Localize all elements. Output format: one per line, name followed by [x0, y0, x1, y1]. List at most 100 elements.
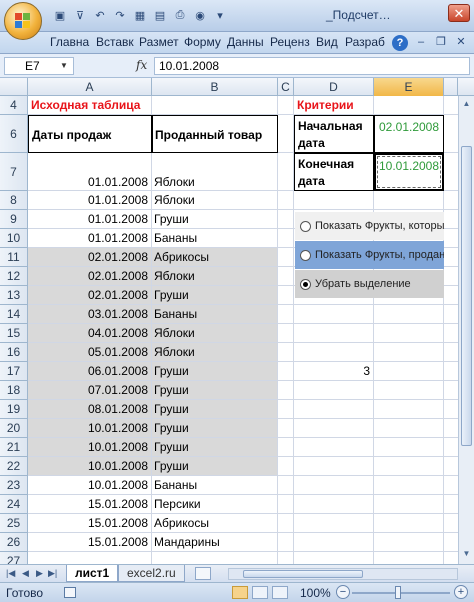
cell[interactable]: [374, 438, 444, 457]
cell[interactable]: [444, 210, 458, 229]
scroll-up-icon[interactable]: ▲: [461, 98, 472, 110]
row-header[interactable]: 7: [0, 153, 28, 191]
dropdown-icon[interactable]: ▾: [212, 7, 228, 23]
cell[interactable]: [294, 476, 374, 495]
cell[interactable]: [374, 457, 444, 476]
date-cell[interactable]: 15.01.2008: [28, 533, 152, 552]
tab-layout[interactable]: Размет: [139, 35, 179, 49]
product-cell[interactable]: Мандарины: [152, 533, 278, 552]
cell[interactable]: [444, 476, 458, 495]
grid-icon[interactable]: ▦: [132, 7, 148, 23]
form-icon[interactable]: ▤: [152, 7, 168, 23]
option-clear-highlight[interactable]: Убрать выделение: [295, 270, 444, 298]
zoom-slider-thumb[interactable]: [395, 586, 401, 599]
date-cell[interactable]: 01.01.2008: [28, 229, 152, 248]
cell[interactable]: [374, 476, 444, 495]
cell[interactable]: [374, 419, 444, 438]
close-workbook-icon[interactable]: ✕: [454, 35, 468, 49]
cell[interactable]: [444, 324, 458, 343]
cell[interactable]: [444, 533, 458, 552]
start-date-value[interactable]: 02.01.2008: [374, 115, 444, 153]
cell[interactable]: [294, 305, 374, 324]
end-date-value[interactable]: 10.01.2008: [374, 153, 444, 191]
cell[interactable]: [278, 476, 294, 495]
cell[interactable]: [374, 362, 444, 381]
row-header[interactable]: 23: [0, 476, 28, 495]
column-header-a[interactable]: A: [28, 78, 152, 96]
cell[interactable]: [294, 552, 374, 564]
column-header-d[interactable]: D: [294, 78, 374, 96]
worksheet-grid[interactable]: 4 Исходная таблица Критерии 6 Даты продаж Про…: [0, 96, 458, 564]
row-header[interactable]: 24: [0, 495, 28, 514]
row-header[interactable]: 20: [0, 419, 28, 438]
normal-view-icon[interactable]: [232, 586, 248, 599]
date-cell[interactable]: 02.01.2008: [28, 267, 152, 286]
tab-data[interactable]: Данны: [227, 35, 264, 49]
cell[interactable]: [374, 400, 444, 419]
vertical-scrollbar[interactable]: ▲ ▼: [458, 96, 474, 564]
table-title[interactable]: Исходная таблица: [28, 96, 152, 115]
horizontal-scroll-thumb[interactable]: [243, 570, 363, 578]
save-icon[interactable]: ▣: [52, 7, 68, 23]
cell[interactable]: [444, 400, 458, 419]
first-sheet-icon[interactable]: |◀: [6, 568, 15, 579]
date-cell[interactable]: 10.01.2008: [28, 438, 152, 457]
cell[interactable]: [278, 153, 294, 191]
filter-icon[interactable]: ⊽: [72, 7, 88, 23]
zoom-out-icon[interactable]: −: [336, 585, 350, 599]
date-cell[interactable]: 15.01.2008: [28, 514, 152, 533]
cell[interactable]: [374, 305, 444, 324]
cell[interactable]: [444, 115, 458, 153]
product-cell[interactable]: Бананы: [152, 476, 278, 495]
cell[interactable]: [294, 438, 374, 457]
cell[interactable]: [294, 381, 374, 400]
tab-view[interactable]: Вид: [316, 35, 338, 49]
cell[interactable]: [444, 362, 458, 381]
product-cell[interactable]: [152, 552, 278, 564]
date-cell[interactable]: 01.01.2008: [28, 210, 152, 229]
product-cell[interactable]: Груши: [152, 286, 278, 305]
zoom-slider-track[interactable]: [352, 592, 450, 594]
column-header-e[interactable]: E: [374, 78, 444, 96]
cell[interactable]: [278, 267, 294, 286]
option-show-fruits-2[interactable]: Показать Фрукты, проданны: [295, 241, 444, 269]
row-header[interactable]: 13: [0, 286, 28, 305]
row-header[interactable]: 21: [0, 438, 28, 457]
row-header[interactable]: 8: [0, 191, 28, 210]
date-cell[interactable]: 01.01.2008: [28, 153, 152, 191]
insert-sheet-icon[interactable]: [195, 567, 211, 580]
cell[interactable]: [278, 552, 294, 564]
tab-insert[interactable]: Вставк: [96, 35, 134, 49]
product-cell[interactable]: Абрикосы: [152, 248, 278, 267]
cell[interactable]: [278, 96, 294, 115]
date-cell[interactable]: 01.01.2008: [28, 191, 152, 210]
zoom-level[interactable]: 100%: [300, 586, 331, 600]
cell[interactable]: [444, 419, 458, 438]
date-cell[interactable]: 02.01.2008: [28, 248, 152, 267]
cell[interactable]: [444, 343, 458, 362]
product-cell[interactable]: Яблоки: [152, 343, 278, 362]
fx-icon[interactable]: fx: [136, 58, 147, 72]
product-cell[interactable]: Груши: [152, 381, 278, 400]
cell[interactable]: [278, 457, 294, 476]
date-cell[interactable]: 06.01.2008: [28, 362, 152, 381]
cell[interactable]: [278, 324, 294, 343]
restore-icon[interactable]: ❐: [434, 35, 448, 49]
cell[interactable]: [278, 286, 294, 305]
tab-home[interactable]: Главна: [50, 35, 89, 49]
cell[interactable]: [294, 400, 374, 419]
cell[interactable]: [374, 514, 444, 533]
row-header[interactable]: 27: [0, 552, 28, 564]
page-break-view-icon[interactable]: [272, 586, 288, 599]
tab-review[interactable]: Реценз: [270, 35, 310, 49]
cell[interactable]: [278, 229, 294, 248]
count-result[interactable]: 3: [294, 362, 374, 381]
column-header-c[interactable]: C: [278, 78, 294, 96]
cell[interactable]: [278, 495, 294, 514]
cell[interactable]: [294, 457, 374, 476]
row-header[interactable]: 4: [0, 96, 28, 115]
product-cell[interactable]: Груши: [152, 210, 278, 229]
date-cell[interactable]: 05.01.2008: [28, 343, 152, 362]
cell[interactable]: [444, 96, 458, 115]
cell[interactable]: [444, 191, 458, 210]
